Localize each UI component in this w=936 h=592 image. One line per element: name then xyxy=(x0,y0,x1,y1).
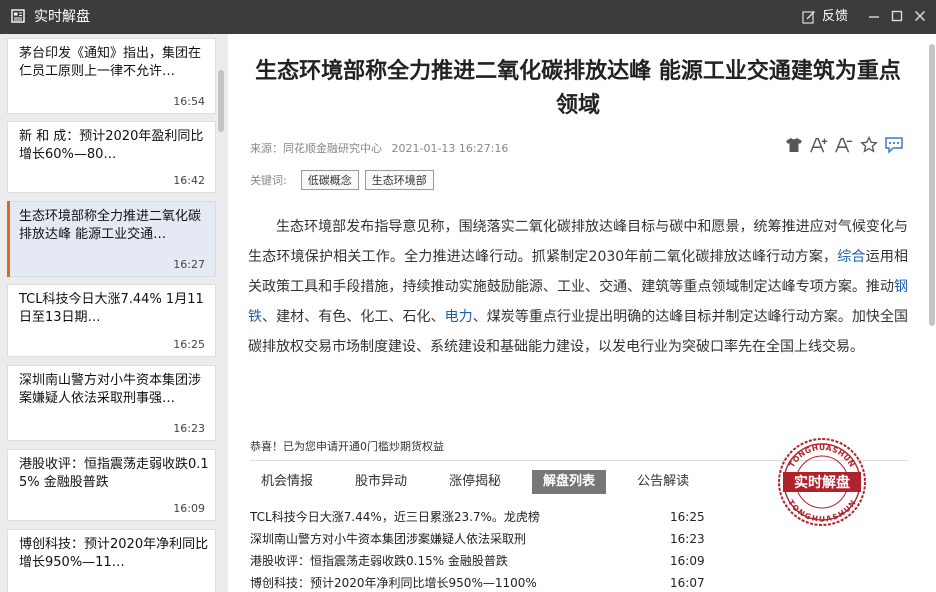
article-body: 生态环境部发布指导意见称，围绕落实二氧化碳排放达峰目标与碳中和愿景，统筹推进应对… xyxy=(248,212,908,362)
sidebar-item-text: 生态环境部称全力推进二氧化碳排放达峰 能源工业交通… xyxy=(19,209,202,242)
list-item[interactable]: 港股收评：恒指震荡走弱收跌0.15% 金融股普跌 16:09 xyxy=(250,550,710,572)
font-increase-icon[interactable] xyxy=(809,135,829,155)
sidebar-item[interactable]: TCL科技今日大涨7.44% 1月11日至13日期… 16:25 xyxy=(7,284,216,357)
list-item-time: 16:23 xyxy=(670,532,705,546)
comment-icon[interactable] xyxy=(884,135,904,155)
tab-market-movers[interactable]: 股市异动 xyxy=(344,470,418,494)
tab-announcements[interactable]: 公告解读 xyxy=(626,470,700,494)
article-meta: 来源：同花顺金融研究中心 2021-01-13 16:27:16 xyxy=(250,140,508,156)
article-panel: 生态环境部称全力推进二氧化碳排放达峰 能源工业交通建筑为重点领域 来源：同花顺金… xyxy=(228,34,936,592)
title-bar: 实时解盘 反馈 xyxy=(0,0,936,34)
sidebar-item-text: 新 和 成：预计2020年盈利同比增长60%—80… xyxy=(19,129,204,162)
list-item-time: 16:07 xyxy=(670,576,705,590)
keywords-row: 关键词: 低碳概念 生态环境部 xyxy=(250,170,440,190)
list-item-title: TCL科技今日大涨7.44%，近三日累涨23.7%。龙虎榜 xyxy=(250,510,540,524)
stock-link[interactable]: 电力 xyxy=(445,309,473,325)
sidebar-item[interactable]: 茅台印发《通知》指出，集团在仁员工原则上一律不允许… 16:54 xyxy=(7,38,216,114)
tshirt-icon[interactable] xyxy=(784,135,804,155)
news-sidebar: 茅台印发《通知》指出，集团在仁员工原则上一律不允许… 16:54 新 和 成：预… xyxy=(0,34,228,592)
sidebar-item-text: 深圳南山警方对小牛资本集团涉案嫌疑人依法采取刑事强… xyxy=(19,373,202,406)
sidebar-item-time: 16:09 xyxy=(173,502,205,515)
list-item[interactable]: TCL科技今日大涨7.44%，近三日累涨23.7%。龙虎榜 16:25 xyxy=(250,506,710,528)
tab-analysis-list[interactable]: 解盘列表 xyxy=(532,470,607,494)
window-title: 实时解盘 xyxy=(34,9,90,25)
sidebar-item-time: 16:23 xyxy=(173,422,205,435)
article-source: 来源：同花顺金融研究中心 xyxy=(250,142,382,155)
sidebar-item[interactable]: 深圳南山警方对小牛资本集团涉案嫌疑人依法采取刑事强… 16:23 xyxy=(7,365,216,441)
news-list: TCL科技今日大涨7.44%，近三日累涨23.7%。龙虎榜 16:25 深圳南山… xyxy=(250,506,710,592)
list-item-title: 深圳南山警方对小牛资本集团涉案嫌疑人依法采取刑 xyxy=(250,532,527,546)
minimize-icon[interactable] xyxy=(866,8,882,24)
sidebar-item-active[interactable]: 生态环境部称全力推进二氧化碳排放达峰 能源工业交通… 16:27 xyxy=(7,201,216,277)
list-item-time: 16:25 xyxy=(670,510,705,524)
newspaper-icon xyxy=(11,9,25,23)
article-toolbar xyxy=(784,135,904,155)
keywords-label: 关键词: xyxy=(250,174,287,187)
promo-banner[interactable]: 恭喜！已为您申请开通0门槛炒期货权益 xyxy=(250,438,444,454)
svg-text:TONGHUASHUN: TONGHUASHUN xyxy=(786,498,858,524)
list-item-time: 16:09 xyxy=(670,554,705,568)
sidebar-item-text: 博创科技：预计2020年净利同比增长950%—11… xyxy=(19,537,209,570)
news-tabs: 机会情报 股市异动 涨停揭秘 解盘列表 公告解读 xyxy=(250,470,720,494)
article-datetime: 2021-01-13 16:27:16 xyxy=(391,142,509,155)
list-item[interactable]: 博创科技：预计2020年净利同比增长950%—1100% 16:07 xyxy=(250,572,710,592)
stamp-logo: TONGHUASHUN TONGHUASHUN 实时解盘 xyxy=(778,438,866,526)
keyword-tag[interactable]: 低碳概念 xyxy=(300,170,359,190)
sidebar-item-text: 茅台印发《通知》指出，集团在仁员工原则上一律不允许… xyxy=(19,46,202,79)
sidebar-item[interactable]: 新 和 成：预计2020年盈利同比增长60%—80… 16:42 xyxy=(7,121,216,193)
font-decrease-icon[interactable] xyxy=(834,135,854,155)
sidebar-item[interactable]: 博创科技：预计2020年净利同比增长950%—11… xyxy=(7,529,216,592)
edit-icon xyxy=(802,11,815,24)
star-icon[interactable] xyxy=(859,135,879,155)
close-icon[interactable] xyxy=(912,8,928,24)
sidebar-item-text: 港股收评：恒指震荡走弱收跌0.15% 金融股普跌 xyxy=(19,457,209,490)
maximize-icon[interactable] xyxy=(889,8,905,24)
list-item-title: 博创科技：预计2020年净利同比增长950%—1100% xyxy=(250,576,537,590)
feedback-label: 反馈 xyxy=(822,9,849,24)
sidebar-scrollbar[interactable] xyxy=(218,70,224,132)
article-scrollbar[interactable] xyxy=(929,44,935,326)
list-item-title: 港股收评：恒指震荡走弱收跌0.15% 金融股普跌 xyxy=(250,554,508,568)
article-title: 生态环境部称全力推进二氧化碳排放达峰 能源工业交通建筑为重点领域 xyxy=(255,58,901,118)
keyword-tag[interactable]: 生态环境部 xyxy=(364,170,434,190)
stamp-center-text: 实时解盘 xyxy=(794,474,850,491)
sidebar-item-time: 16:42 xyxy=(173,174,205,187)
feedback-button[interactable]: 反馈 xyxy=(802,8,848,26)
sidebar-item-time: 16:25 xyxy=(173,338,205,351)
list-item[interactable]: 深圳南山警方对小牛资本集团涉案嫌疑人依法采取刑 16:23 xyxy=(250,528,710,550)
stock-link[interactable]: 综合 xyxy=(837,249,865,265)
sidebar-item[interactable]: 港股收评：恒指震荡走弱收跌0.15% 金融股普跌 16:09 xyxy=(7,449,216,521)
sidebar-item-time: 16:27 xyxy=(173,258,205,271)
stamp-bottom-text: TONGHUASHUN xyxy=(786,498,857,524)
tab-opportunity[interactable]: 机会情报 xyxy=(250,470,324,494)
sidebar-item-text: TCL科技今日大涨7.44% 1月11日至13日期… xyxy=(19,292,204,325)
article-text: 、建材、有色、化工、石化、 xyxy=(262,309,445,325)
article-text: 生态环境部发布指导意见称，围绕落实二氧化碳排放达峰目标与碳中和愿景，统筹推进应对… xyxy=(248,219,908,265)
tab-limit-up[interactable]: 涨停揭秘 xyxy=(438,470,512,494)
sidebar-item-time: 16:54 xyxy=(173,95,205,108)
